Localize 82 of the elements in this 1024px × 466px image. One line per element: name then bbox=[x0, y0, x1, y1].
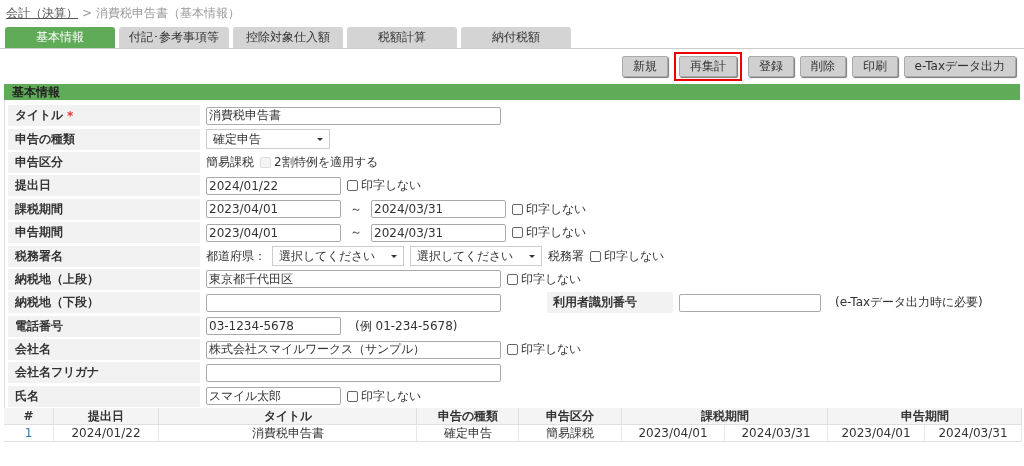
field-label: 会社名 bbox=[8, 339, 200, 361]
column-header: 提出日 bbox=[54, 408, 159, 426]
tab[interactable]: 納付税額 bbox=[461, 27, 571, 48]
breadcrumb-current: 消費税申告書（基本情報） bbox=[96, 4, 241, 22]
checkbox-label: 印字しない bbox=[521, 341, 581, 359]
field-label: 税務署名 bbox=[8, 245, 200, 267]
field-label: タイトル * bbox=[8, 105, 200, 127]
checkbox[interactable] bbox=[507, 344, 518, 356]
table-cell: 2023/04/01 bbox=[622, 425, 725, 443]
column-header: タイトル bbox=[159, 408, 417, 426]
checkbox[interactable] bbox=[507, 273, 518, 285]
dropdown[interactable]: 確定申告 bbox=[206, 129, 330, 150]
checkbox[interactable] bbox=[512, 203, 523, 215]
action-button[interactable]: 再集計 bbox=[678, 55, 737, 77]
table-cell: 2024/03/31 bbox=[925, 425, 1022, 443]
column-header: # bbox=[4, 408, 54, 426]
tab[interactable]: 控除対象仕入額 bbox=[233, 27, 343, 48]
column-header: 申告期間 bbox=[828, 408, 1022, 426]
date-field[interactable]: 2023/04/01 bbox=[206, 200, 341, 219]
text-field[interactable] bbox=[206, 293, 501, 312]
range-separator: ～ bbox=[349, 224, 363, 242]
text-field[interactable]: スマイル太郎 bbox=[206, 387, 341, 406]
checkbox-label: 印字しない bbox=[361, 177, 421, 195]
checkbox-label: 2割特例を適用する bbox=[274, 153, 378, 171]
table-cell: 確定申告 bbox=[417, 425, 519, 443]
date-field[interactable]: 2023/04/01 bbox=[206, 223, 341, 242]
field-label: 氏名 bbox=[8, 385, 200, 407]
range-separator: ～ bbox=[349, 200, 363, 218]
field-value: 簡易課税 bbox=[206, 153, 254, 171]
dropdown[interactable]: 選択してください bbox=[272, 246, 404, 267]
table-cell: 簡易課税 bbox=[519, 425, 622, 443]
checkbox-label: 印字しない bbox=[526, 200, 586, 218]
field-label: 会社名フリガナ bbox=[8, 362, 200, 384]
dropdown[interactable]: 選択してください bbox=[410, 246, 542, 267]
text-field[interactable] bbox=[206, 364, 501, 382]
column-header: 課税期間 bbox=[622, 408, 828, 426]
tab[interactable]: 付記･参考事項等 bbox=[119, 27, 229, 48]
breadcrumb-link[interactable]: 会計（決算） bbox=[6, 4, 78, 22]
field-label: 提出日 bbox=[8, 175, 200, 197]
checkbox[interactable] bbox=[512, 227, 523, 239]
text-field[interactable]: 03-1234-5678 bbox=[206, 317, 341, 336]
table-cell: 2023/04/01 bbox=[828, 425, 925, 443]
checkbox[interactable] bbox=[347, 390, 358, 402]
text-field[interactable]: 株式会社スマイルワークス（サンプル） bbox=[206, 340, 501, 359]
action-button[interactable]: 削除 bbox=[799, 55, 846, 77]
office-suffix: 税務署 bbox=[548, 247, 584, 265]
checkbox-label: 印字しない bbox=[521, 270, 581, 288]
field-label: 納税地（上段） bbox=[8, 268, 200, 290]
column-header: 申告区分 bbox=[519, 408, 622, 426]
field-label: 申告区分 bbox=[8, 151, 200, 173]
action-button[interactable]: 登録 bbox=[747, 55, 794, 77]
date-field[interactable]: 2024/03/31 bbox=[371, 223, 506, 242]
field-label: 申告の種類 bbox=[8, 128, 200, 150]
field-label: 納税地（下段） bbox=[8, 292, 200, 314]
prefecture-label: 都道府県： bbox=[206, 247, 266, 265]
action-button[interactable]: 新規 bbox=[621, 55, 668, 77]
section-header: 基本情報 bbox=[4, 84, 1020, 100]
checkbox[interactable] bbox=[590, 250, 601, 262]
text-field[interactable] bbox=[679, 293, 821, 312]
tab[interactable]: 税額計算 bbox=[347, 27, 457, 48]
field-label: 利用者識別番号 bbox=[547, 292, 673, 314]
table-cell: 消費税申告書 bbox=[159, 425, 417, 443]
text-field[interactable]: 消費税申告書 bbox=[206, 106, 501, 125]
action-button[interactable]: e-Taxデータ出力 bbox=[903, 55, 1016, 77]
field-label: 電話番号 bbox=[8, 315, 200, 337]
checkbox-label: 印字しない bbox=[361, 387, 421, 405]
text-field[interactable]: 2024/01/22 bbox=[206, 176, 341, 195]
field-label: 課税期間 bbox=[8, 198, 200, 220]
column-header: 申告の種類 bbox=[417, 408, 519, 426]
table-cell: 2024/01/22 bbox=[54, 425, 159, 443]
checkbox-label: 印字しない bbox=[526, 224, 586, 242]
breadcrumb-separator: > bbox=[82, 6, 93, 20]
checkbox-label: 印字しない bbox=[604, 247, 664, 265]
table-cell: 2024/03/31 bbox=[725, 425, 828, 443]
action-button[interactable]: 印刷 bbox=[851, 55, 898, 77]
checkbox[interactable] bbox=[347, 180, 358, 192]
row-link[interactable]: 1 bbox=[4, 425, 54, 443]
field-label: 申告期間 bbox=[8, 222, 200, 244]
hint-text: (e-Taxデータ出力時に必要) bbox=[835, 294, 983, 312]
hint-text: (例 01-234-5678) bbox=[355, 317, 458, 335]
date-field[interactable]: 2024/03/31 bbox=[371, 200, 506, 219]
text-field[interactable]: 東京都千代田区 bbox=[206, 270, 501, 289]
